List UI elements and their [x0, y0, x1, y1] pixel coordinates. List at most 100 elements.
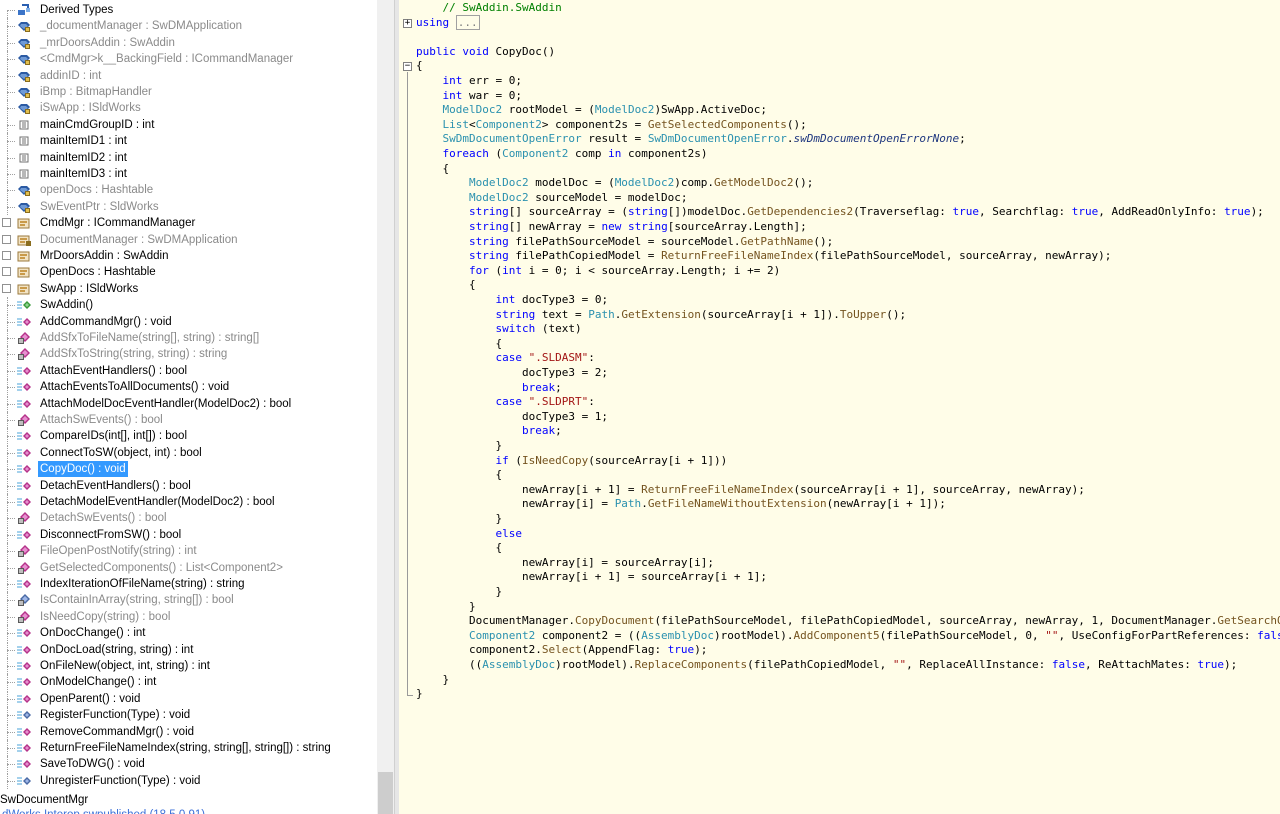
- code-token: {: [416, 161, 450, 175]
- code-token: ;: [959, 132, 966, 146]
- code-token: text =: [535, 307, 589, 321]
- private-method-icon: [17, 348, 31, 361]
- code-token: ;: [555, 424, 562, 438]
- tree-item-label: DetachModelEventHandler(ModelDoc2) : boo…: [40, 496, 275, 508]
- collapsed-region[interactable]: ...: [455, 14, 480, 30]
- tree-guide-lines: [0, 740, 15, 756]
- tree-guide-lines: [0, 182, 15, 199]
- tree-guide-lines: [0, 84, 15, 100]
- code-line: int docType3 = 0;: [416, 293, 608, 308]
- tree-guide-lines: [0, 756, 15, 773]
- private-method-icon: [17, 561, 31, 574]
- tree-assembly-node[interactable]: dWorks.Interop.swpublished (18.5.0.91): [2, 807, 205, 814]
- code-line: string[] sourceArray = (string[])modelDo…: [416, 205, 1264, 220]
- tree-item-label: DetachEventHandlers() : bool: [40, 479, 191, 492]
- tree-item-label: AttachSwEvents() : bool: [40, 414, 163, 426]
- tree-item-label: DisconnectFromSW() : bool: [40, 528, 182, 541]
- code-editor[interactable]: // SwAddin.SwAddin using ... public void C…: [399, 0, 1280, 814]
- tree-guide-lines: [0, 723, 15, 740]
- code-token: ();: [793, 176, 814, 190]
- code-token: DocumentManager.: [416, 614, 575, 628]
- tree-item-label: ReturnFreeFileNameIndex(string, string[]…: [40, 742, 331, 754]
- tree-guide-lines: [0, 707, 15, 724]
- tree-item-label: AttachModelDocEventHandler(ModelDoc2) : …: [40, 397, 292, 410]
- code-line: {: [416, 162, 449, 177]
- tree-item-label: OnFileNew(object, int, string) : int: [40, 660, 211, 672]
- tree-guide-lines: [0, 772, 15, 789]
- code-token: (: [508, 453, 522, 467]
- tree-guide-lines: [0, 576, 15, 592]
- public-field-icon: [17, 135, 31, 147]
- tree-item-label: SwEventPtr : SldWorks: [40, 200, 159, 213]
- code-token: )comp.: [674, 176, 715, 190]
- code-line: docType3 = 1;: [416, 410, 608, 425]
- private-method-icon: [17, 414, 31, 426]
- tree-item-label: OpenDocs : Hashtable: [40, 266, 156, 279]
- code-line: }: [416, 439, 502, 454]
- method-icon: [17, 529, 31, 541]
- code-token: if: [495, 453, 509, 467]
- tree-guide-lines: [0, 133, 15, 150]
- code-token: for: [468, 263, 489, 277]
- expand-toggle-icon[interactable]: [2, 234, 11, 244]
- code-token: using: [416, 15, 450, 29]
- code-token: Component2: [468, 628, 536, 642]
- code-token: List: [442, 117, 470, 131]
- tree-item-label: OnDocChange() : int: [40, 627, 146, 640]
- tree-item-label: CompareIDs(int[], int[]) : bool: [40, 430, 187, 443]
- expand-toggle-icon[interactable]: [2, 283, 11, 293]
- expand-toggle-icon[interactable]: [2, 267, 11, 277]
- tree-item-label: mainItemID2 : int: [40, 151, 127, 164]
- code-token: // SwAddin.SwAddin: [442, 1, 562, 14]
- code-line: {: [416, 337, 502, 352]
- code-line: newArray[i + 1] = sourceArray[i + 1];: [416, 570, 767, 585]
- tree-guide-lines: [0, 658, 15, 674]
- public-field-icon: [17, 119, 31, 131]
- tree-item-label: SwApp : ISldWorks: [40, 282, 139, 295]
- expand-toggle-icon[interactable]: [2, 218, 11, 228]
- private-static-method-icon: [17, 594, 31, 607]
- code-token: true: [667, 643, 695, 657]
- code-token: (: [488, 147, 503, 160]
- expand-toggle-icon[interactable]: [2, 251, 11, 260]
- tree-item-label: GetSelectedComponents() : List<Component…: [40, 561, 283, 574]
- code-line: {: [416, 59, 423, 74]
- property-icon: [17, 217, 31, 229]
- code-token: rootModel = (: [502, 103, 595, 117]
- tree-vertical-scrollbar[interactable]: [377, 0, 394, 814]
- code-token: filePathSourceModel = sourceModel.: [508, 234, 741, 248]
- method-icon: [17, 742, 31, 754]
- tree-guide-lines: [0, 641, 15, 658]
- code-token: filePathCopiedModel =: [508, 249, 662, 263]
- code-line: ModelDoc2 modelDoc = (ModelDoc2)comp.Get…: [416, 176, 813, 191]
- assembly-tree[interactable]: Derived Types _documentManager : SwDMAppl…: [0, 0, 397, 814]
- code-token: Path: [588, 307, 615, 321]
- code-token: }: [416, 687, 423, 701]
- code-token: {: [416, 468, 503, 482]
- tree-item-label: DocumentManager : SwDMApplication: [40, 233, 238, 246]
- code-token: string: [468, 205, 509, 219]
- code-token: true: [952, 205, 980, 219]
- code-token: .: [786, 132, 794, 146]
- expand-region-icon[interactable]: +: [403, 18, 412, 28]
- tree-guide-lines: [0, 166, 15, 182]
- tree-guide-lines: [0, 412, 15, 428]
- private-field-icon: [17, 37, 31, 49]
- tree-guide-lines: [0, 608, 15, 625]
- tree-item-label: mainItemID1 : int: [40, 135, 127, 148]
- collapse-region-icon[interactable]: −: [403, 62, 412, 72]
- code-line: Component2 component2 = ((AssemblyDoc)ro…: [416, 629, 1280, 644]
- scrollbar-thumb[interactable]: [378, 772, 393, 814]
- code-token: switch: [495, 322, 536, 336]
- code-token: }: [416, 439, 503, 452]
- code-token: err = 0;: [462, 74, 522, 87]
- tree-class-node[interactable]: SwDocumentMgr: [0, 792, 88, 808]
- code-token: component2s): [621, 147, 708, 160]
- code-token: {: [416, 278, 476, 292]
